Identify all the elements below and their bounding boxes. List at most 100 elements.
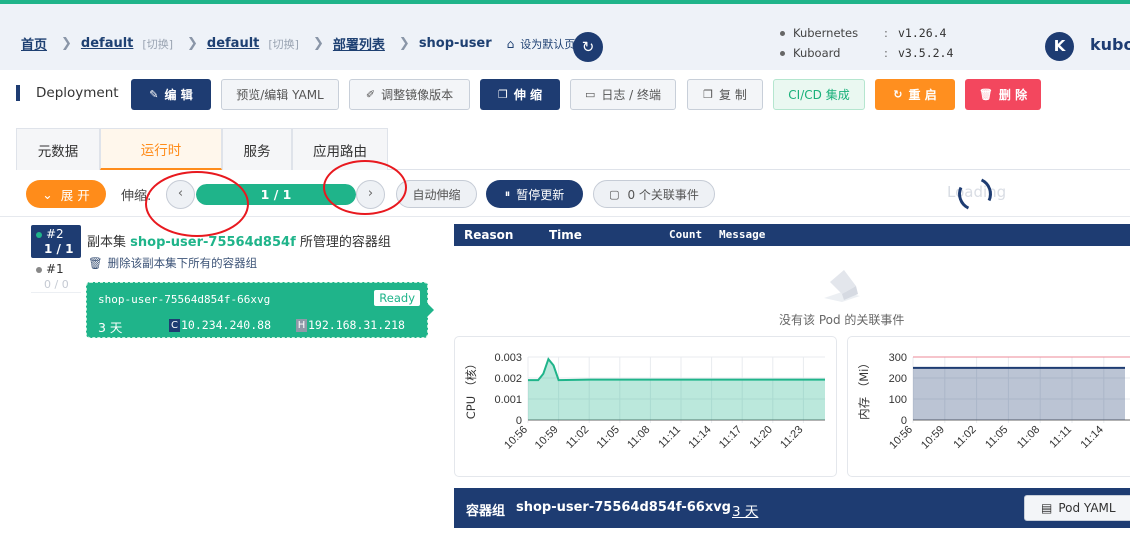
memory-chart-svg: 300200100010:56 10:59 11:02 11:05 11:08 11:11… — [857, 352, 1130, 452]
k8s-label: Kubernetes — [793, 26, 859, 40]
host-ip-value: 192.168.31.218 — [308, 318, 405, 332]
delete-button[interactable]: 🗑 删 除 — [965, 79, 1041, 110]
divider — [31, 292, 81, 293]
container-group-label: 容器组 — [466, 504, 506, 519]
logs-label: 日志 / 终端 — [601, 88, 662, 102]
replica-progress: 1 / 1 — [196, 184, 356, 205]
pause-label: 暂停更新 — [516, 187, 565, 202]
cpu-chart-svg: 0.0030.0020.001010:56 10:59 11:02 11:05 11:0… — [464, 352, 825, 452]
x-tick-label: 11:20 — [748, 424, 775, 451]
replicaset-old[interactable]: #1 — [36, 262, 64, 276]
status-dot-icon — [36, 231, 42, 238]
copy-icon: ❐ — [703, 88, 714, 101]
cicd-button[interactable]: CI/CD 集成 — [773, 79, 865, 110]
pause-update-button[interactable]: ⏸ 暂停更新 — [486, 180, 583, 208]
tab-runtime[interactable]: 运行时 — [100, 128, 222, 170]
events-table-header: Reason Time Count Message — [454, 224, 1130, 246]
events-button[interactable]: ▢ 0 个关联事件 — [593, 180, 715, 208]
image-version-button[interactable]: ✐ 调整镜像版本 — [349, 79, 470, 110]
container-group-name: shop-user-75564d854f-66xvg — [516, 500, 731, 515]
replicaset-current[interactable]: #2 1 / 1 — [31, 225, 81, 258]
pointer — [427, 303, 434, 317]
col-time: Time — [549, 228, 582, 242]
doc-icon: ▢ — [609, 187, 620, 201]
pod-yaml-button[interactable]: ▤ Pod YAML — [1024, 495, 1130, 521]
x-tick-label: 11:05 — [983, 424, 1010, 451]
delete-pods-link[interactable]: 🗑 删除该副本集下所有的容器组 — [88, 255, 257, 271]
replica-count-old: 0 / 0 — [44, 278, 69, 291]
bullet-icon — [780, 51, 785, 56]
crumb-deploy-list[interactable]: 部署列表 — [333, 34, 385, 53]
auto-scale-button[interactable]: 自动伸缩 — [396, 180, 477, 208]
avatar[interactable]: K — [1045, 32, 1074, 61]
tab-metadata[interactable]: 元数据 — [16, 128, 100, 170]
scale-label: 伸 缩 — [513, 88, 543, 102]
col-message: Message — [719, 228, 766, 241]
x-tick-label: 10:59 — [533, 424, 561, 452]
empty-box-icon — [824, 270, 860, 302]
x-tick-label: 11:17 — [717, 424, 744, 451]
yaml-button[interactable]: 预览/编辑 YAML — [221, 79, 339, 110]
delete-pods-label: 删除该副本集下所有的容器组 — [107, 256, 258, 270]
x-tick-label: 11:11 — [1047, 424, 1074, 451]
series-area — [913, 367, 1125, 420]
restart-button[interactable]: ↻ 重 启 — [875, 79, 955, 110]
version-kuboard: Kuboard : v3.5.2.4 — [780, 46, 953, 60]
crumb-switch-2[interactable]: [切换] — [268, 36, 299, 52]
edit-button[interactable]: ✎ 编 辑 — [131, 79, 211, 110]
memory-chart: 300 200 100 0 10:56 10:59 11:02 11:05 11:08 11:11… — [847, 336, 1130, 477]
y-tick-label: 0.001 — [494, 394, 522, 406]
expand-label: 展 开 — [60, 187, 90, 203]
chevron-right-icon: ❯ — [187, 36, 198, 51]
events-label: 0 个关联事件 — [627, 187, 699, 202]
copy-button[interactable]: ❐ 复 制 — [687, 79, 763, 110]
x-tick-label: 11:05 — [595, 424, 622, 451]
scale-button[interactable]: ❐ 伸 缩 — [480, 79, 560, 110]
replicaset-name: shop-user-75564d854f — [130, 235, 296, 250]
crumb-namespace[interactable]: default — [81, 36, 133, 51]
scale-up-button[interactable]: › — [356, 180, 385, 209]
series-line — [528, 357, 825, 382]
set-default-link[interactable]: ⌂ 设为默认页 — [507, 36, 576, 52]
crumb-home[interactable]: 首页 — [21, 34, 47, 53]
k8s-version: v1.26.4 — [898, 26, 947, 40]
y-tick-label: 200 — [889, 373, 907, 385]
col-reason: Reason — [464, 228, 514, 242]
copy-icon: ❐ — [497, 88, 508, 101]
version-k8s: Kubernetes : v1.26.4 — [780, 26, 946, 40]
crumb-namespace-2[interactable]: default — [207, 36, 259, 51]
refresh-button[interactable]: ↻ — [573, 32, 603, 62]
x-tick-label: 11:02 — [951, 424, 978, 451]
refresh-icon: ↻ — [581, 38, 595, 56]
expand-button[interactable]: ⌄ 展 开 — [26, 180, 106, 208]
chevron-right-icon: ❯ — [312, 36, 324, 51]
host-ip-key: H — [296, 318, 307, 332]
yaml-label: 预览/编辑 YAML — [236, 88, 324, 102]
toolbar: Deployment ✎ 编 辑 预览/编辑 YAML ✐ 调整镜像版本 ❐ 伸 缩 … — [0, 70, 1130, 118]
tab-service[interactable]: 服务 — [222, 128, 292, 170]
scale-down-button[interactable]: ‹ — [166, 180, 195, 209]
title-prefix: 副本集 — [87, 235, 127, 250]
pod-card[interactable]: shop-user-75564d854f-66xvg Ready 3 天 C 10… — [86, 282, 434, 338]
crumb-switch[interactable]: [切换] — [142, 36, 173, 52]
monitor-icon: ▭ — [584, 88, 596, 101]
cpu-chart: 0.003 0.002 0.001 0 10:56 10:59 11:02 11:05 11:0… — [454, 336, 837, 477]
x-tick-label: 10:56 — [502, 424, 530, 452]
pod-yaml-label: Pod YAML — [1058, 501, 1116, 515]
y-tick-label: 300 — [889, 352, 907, 364]
revision: #1 — [46, 262, 64, 276]
restart-label: 重 启 — [908, 88, 937, 102]
username[interactable]: kuboa — [1090, 35, 1130, 54]
cicd-label: CI/CD 集成 — [788, 88, 850, 102]
logs-button[interactable]: ▭ 日志 / 终端 — [570, 79, 676, 110]
chevron-right-icon: ❯ — [398, 36, 410, 51]
tab-ingress[interactable]: 应用路由 — [292, 128, 388, 170]
col-count: Count — [669, 228, 703, 241]
kuboard-label: Kuboard — [793, 46, 841, 60]
trash-icon: 🗑 — [88, 256, 103, 270]
cluster-ip-key: C — [169, 318, 180, 332]
copy-label: 复 制 — [719, 88, 747, 102]
doc-icon: ▤ — [1041, 501, 1053, 515]
replica-count: 1 / 1 — [44, 242, 74, 256]
x-tick-label: 11:14 — [686, 424, 713, 451]
